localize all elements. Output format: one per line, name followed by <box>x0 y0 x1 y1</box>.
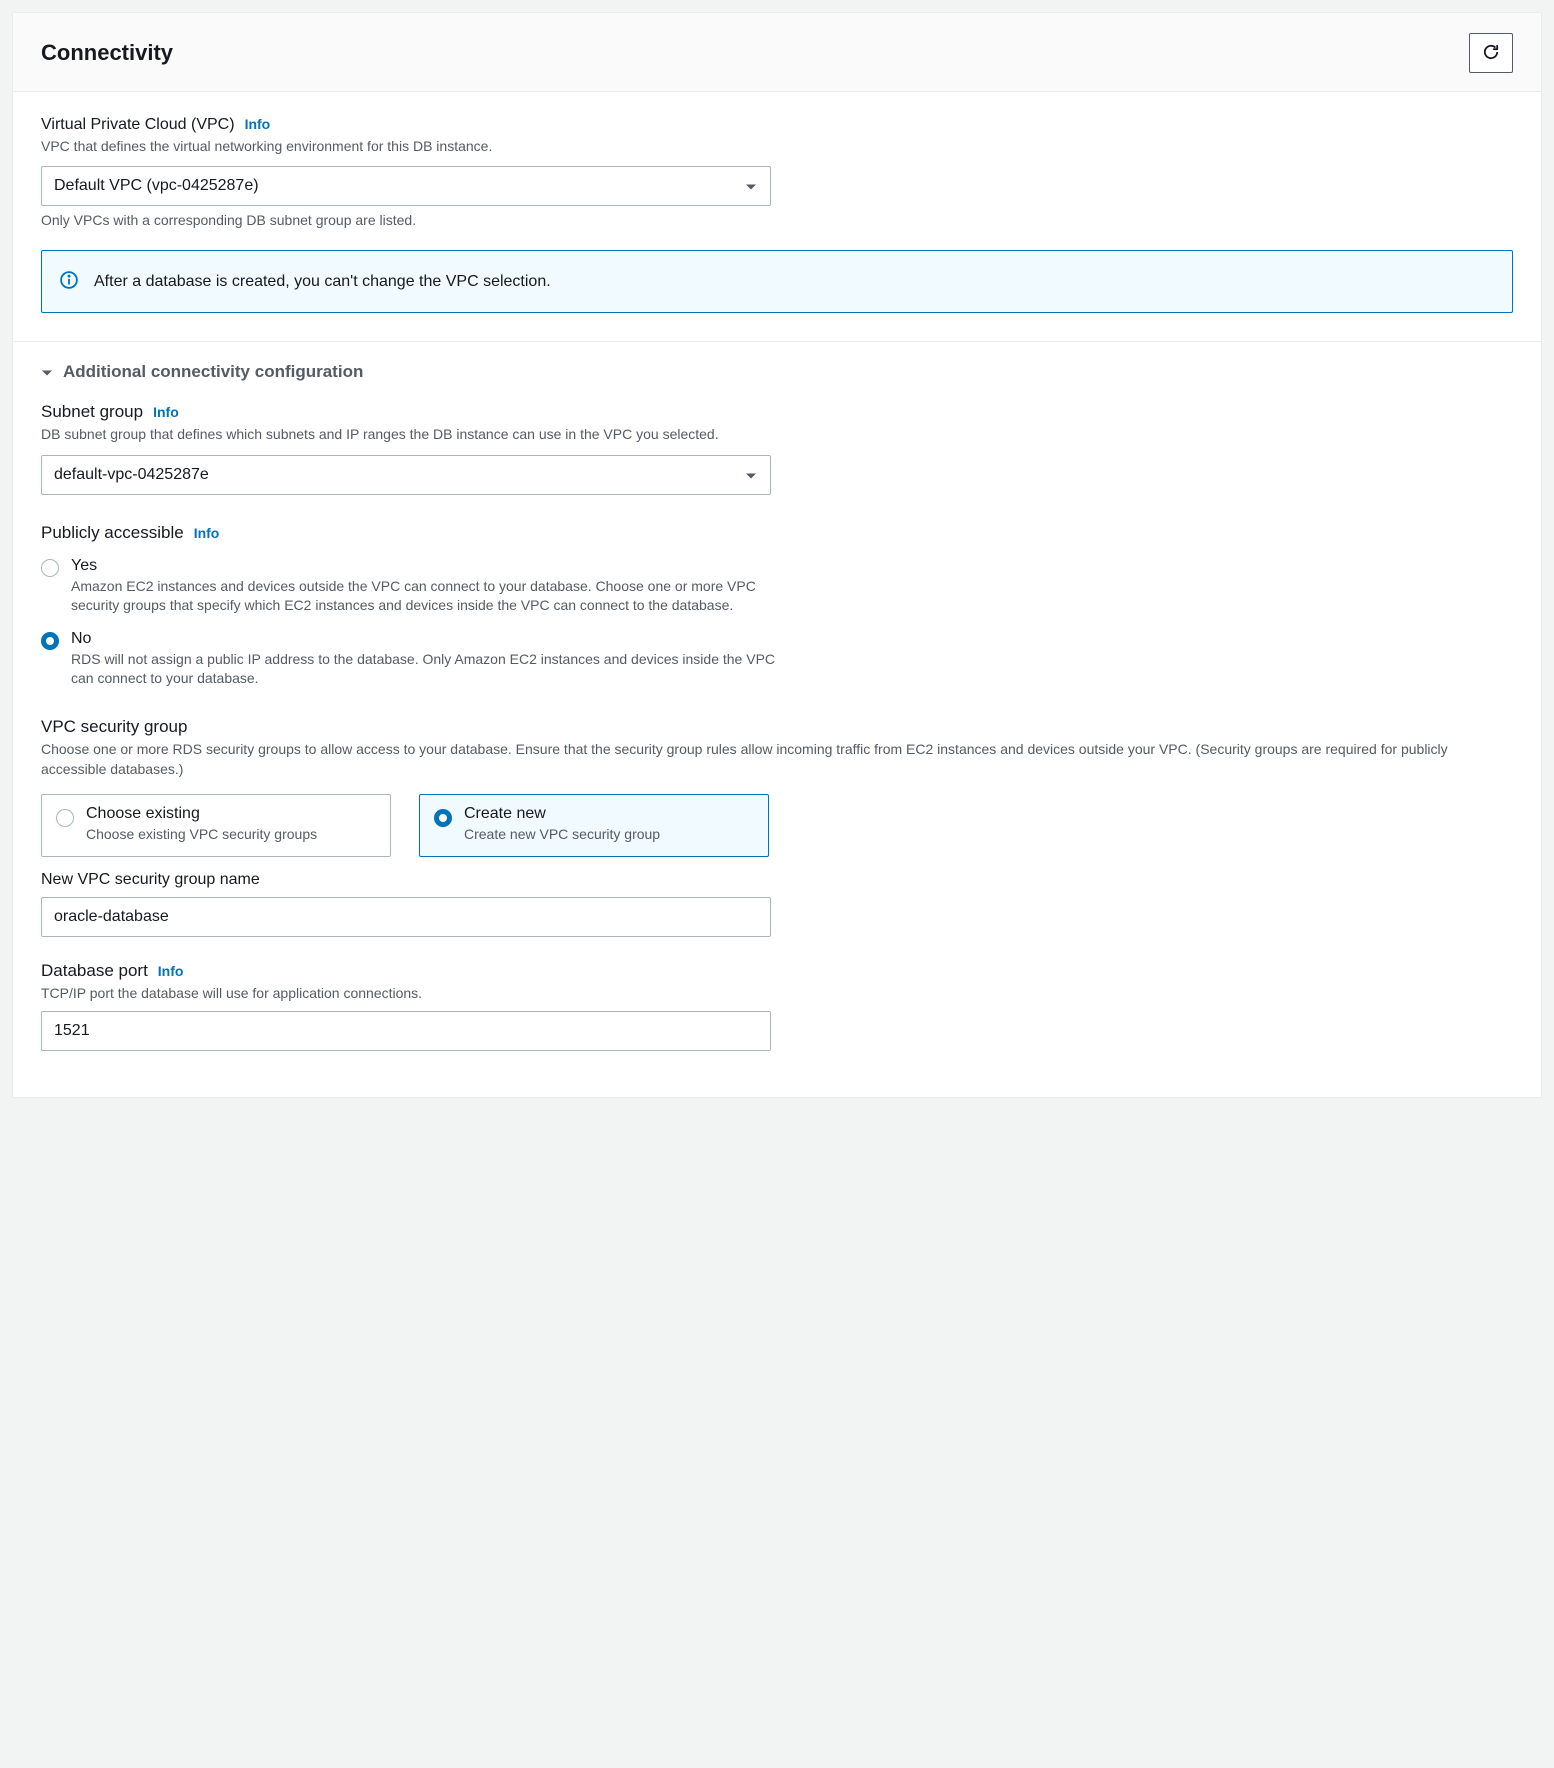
alert-text: After a database is created, you can't c… <box>94 273 551 291</box>
vpc-field: Virtual Private Cloud (VPC) Info VPC tha… <box>41 116 1513 228</box>
vpc-desc: VPC that defines the virtual networking … <box>41 136 1513 156</box>
vpc-select[interactable]: Default VPC (vpc-0425287e) <box>41 166 771 206</box>
card-desc: Create new VPC security group <box>464 825 754 845</box>
subnet-label: Subnet group <box>41 402 143 422</box>
card-title: Create new <box>464 805 754 823</box>
expander-label: Additional connectivity configuration <box>63 362 363 382</box>
sg-create-new-card[interactable]: Create new Create new VPC security group <box>419 794 769 858</box>
radio-icon <box>434 809 452 827</box>
subnet-desc: DB subnet group that defines which subne… <box>41 424 1513 444</box>
public-access-field: Publicly accessible Info Yes Amazon EC2 … <box>41 523 1513 689</box>
card-title: Choose existing <box>86 805 376 823</box>
card-desc: Choose existing VPC security groups <box>86 825 376 845</box>
vpc-label: Virtual Private Cloud (VPC) <box>41 116 235 134</box>
radio-desc: RDS will not assign a public IP address … <box>71 650 801 689</box>
radio-title: No <box>71 630 1513 648</box>
new-sg-label: New VPC security group name <box>41 871 1513 889</box>
connectivity-panel: Connectivity Virtual Private Cloud (VPC)… <box>12 12 1542 1098</box>
sg-choose-existing-card[interactable]: Choose existing Choose existing VPC secu… <box>41 794 391 858</box>
info-icon <box>60 271 78 292</box>
panel-body: Virtual Private Cloud (VPC) Info VPC tha… <box>13 92 1541 1097</box>
radio-icon <box>41 559 59 577</box>
caret-down-icon <box>41 362 53 382</box>
subnet-field: Subnet group Info DB subnet group that d… <box>41 402 1513 494</box>
sg-label: VPC security group <box>41 717 1513 737</box>
panel-title: Connectivity <box>41 40 173 66</box>
radio-icon <box>56 809 74 827</box>
vpc-hint: Only VPCs with a corresponding DB subnet… <box>41 212 1513 228</box>
panel-header: Connectivity <box>13 13 1541 92</box>
refresh-icon <box>1482 43 1500 64</box>
db-port-field: Database port Info TCP/IP port the datab… <box>41 961 1513 1051</box>
public-yes-radio[interactable]: Yes Amazon EC2 instances and devices out… <box>41 557 1513 616</box>
vpc-alert: After a database is created, you can't c… <box>41 250 1513 313</box>
divider <box>13 341 1541 342</box>
new-sg-name-input[interactable] <box>41 897 771 937</box>
public-no-radio[interactable]: No RDS will not assign a public IP addre… <box>41 630 1513 689</box>
sg-desc: Choose one or more RDS security groups t… <box>41 739 1513 780</box>
db-port-input[interactable] <box>41 1011 771 1051</box>
public-label: Publicly accessible <box>41 523 184 543</box>
port-label: Database port <box>41 961 148 981</box>
subnet-select[interactable]: default-vpc-0425287e <box>41 455 771 495</box>
vpc-info-link[interactable]: Info <box>245 116 271 132</box>
security-group-field: VPC security group Choose one or more RD… <box>41 717 1513 937</box>
refresh-button[interactable] <box>1469 33 1513 73</box>
additional-config-toggle[interactable]: Additional connectivity configuration <box>41 362 1513 382</box>
radio-icon <box>41 632 59 650</box>
radio-title: Yes <box>71 557 1513 575</box>
radio-desc: Amazon EC2 instances and devices outside… <box>71 577 801 616</box>
public-info-link[interactable]: Info <box>194 525 220 541</box>
port-info-link[interactable]: Info <box>158 963 184 979</box>
port-desc: TCP/IP port the database will use for ap… <box>41 983 1513 1003</box>
subnet-info-link[interactable]: Info <box>153 404 179 420</box>
